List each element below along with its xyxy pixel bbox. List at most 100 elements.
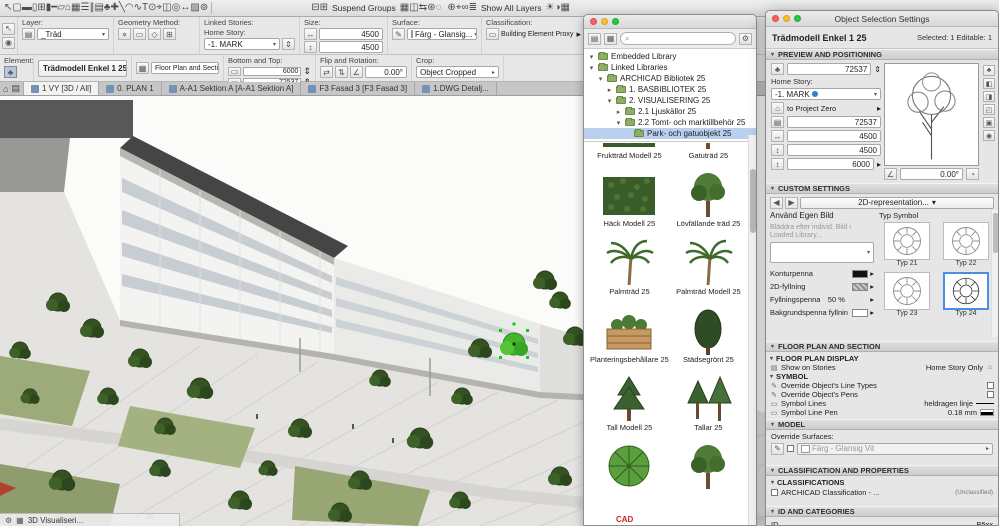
classification-checkbox[interactable] [771,488,778,496]
chevron-down-icon[interactable]: ▾ [770,355,773,362]
window-tool-icon[interactable]: ⊞ [37,2,45,13]
color-swatch[interactable] [852,308,869,317]
object-element-icon[interactable]: ♣ [4,66,17,78]
id-value[interactable]: B5xx [976,520,993,525]
library-thumbnail[interactable] [590,437,669,491]
surface-select[interactable]: Färg - Glansig...▾ [407,28,477,40]
disclosure-icon[interactable]: ▾ [597,75,604,83]
image-select[interactable]: ▾ [770,242,874,263]
slab-tool-icon[interactable]: ▱ [57,2,65,13]
top-view-icon[interactable]: ◰ [983,104,995,115]
geometry-rect-icon[interactable]: ▭ [133,28,146,40]
wall-tool-icon[interactable]: ▬ [22,2,32,13]
view-mode-label[interactable]: 3D Visualiseri... [28,516,83,525]
rotation-field[interactable]: 0.00° [900,168,963,180]
minimize-icon[interactable] [601,18,608,25]
marquee-tool-icon[interactable]: ▢ [12,2,21,13]
bottom-field[interactable]: 6000 [243,66,302,76]
size-width-field[interactable]: 4500 [319,28,383,40]
library-thumbnail[interactable]: Häck Modell 25 [590,165,669,228]
override-pens-checkbox[interactable] [987,391,994,398]
width-field[interactable]: 4500 [787,130,881,142]
geometry-poly-icon[interactable]: ⊞ [163,28,176,40]
crop-select[interactable]: Object Cropped ▸ [416,66,499,78]
symbol-type-option[interactable]: Typ 23 [879,272,935,319]
lamp-tool-icon[interactable]: ✚ [110,2,118,13]
symbol-type-option[interactable]: Typ 24 [938,272,994,319]
classification-system-label[interactable]: ARCHICAD Classification - ... [781,488,879,497]
display-mode-select[interactable]: Floor Plan and Section...▾ [151,62,219,74]
library-thumbnail[interactable]: Gatuträd 25 [673,143,744,160]
library-thumbnail[interactable]: Fruktträd Modell 25 [590,143,669,160]
grid-snap-icon[interactable]: ▦ [400,2,409,13]
spline-tool-icon[interactable]: ∿ [134,2,142,13]
folder-view-icon[interactable]: ▤ [588,32,601,45]
flip-vertical-button[interactable]: ⇅ [335,66,348,78]
chevron-right-icon[interactable]: ▸ [576,29,581,40]
symbol-type-option[interactable]: Typ 21 [879,222,935,269]
symbol-lines-value[interactable]: heldragen linje [924,399,973,408]
pen-setting-row[interactable]: Konturpenna ▸ [770,267,874,280]
section-floor-plan[interactable]: ▾ FLOOR PLAN AND SECTION [766,341,998,352]
view-tab[interactable]: A-A1 Sektion A [A-A1 Sektion A] [162,82,302,95]
library-thumbnail[interactable]: Städsegrönt 25 [673,301,744,364]
library-tree-item[interactable]: ▾ Embedded Library [584,51,756,62]
library-thumbnail[interactable]: Palmträd Modell 25 [673,233,744,296]
library-tree-item[interactable]: ▾ Linked Libraries [584,62,756,73]
preview-photo-icon[interactable]: ◉ [983,130,995,141]
mesh-tool-icon[interactable]: ▦ [71,2,80,13]
section-classification[interactable]: ▾ CLASSIFICATION AND PROPERTIES [766,465,998,476]
show-on-stories-value[interactable]: Home Story Only [926,363,983,372]
library-thumbnail[interactable]: Planteringsbehållare 25 [590,301,669,364]
zoom-tool-icon[interactable]: ⊚ [200,2,208,13]
section-custom-settings[interactable]: ▾ CUSTOM SETTINGS [766,183,998,194]
pen-setting-row[interactable]: 2D-fyllning ▸ [770,280,874,293]
geometry-rotated-icon[interactable]: ◇ [148,28,161,40]
autogroup-icon[interactable]: ⊞ [320,2,328,13]
arc-tool-icon[interactable]: ◠ [125,2,134,13]
elevation-field[interactable]: 72537 [787,116,881,128]
suspend-groups-icon[interactable]: ⊟ [311,2,319,13]
show-all-layers-button[interactable]: Show All Layers [481,3,541,13]
stepper-icon[interactable]: ⇕ [874,65,881,74]
library-thumbnail[interactable]: Tallar 25 [673,369,744,432]
library-thumbnail[interactable]: Lövfällande träd 25 [673,165,744,228]
home-tab-icon[interactable]: ⌂ [3,84,8,94]
list-view-icon[interactable]: ▦ [604,32,617,45]
pen-setting-row[interactable]: Fyllningspenna 50 % ▸ [770,293,874,306]
chevron-right-icon[interactable]: ▸ [877,104,881,113]
front-view-icon[interactable]: ◧ [983,78,995,89]
library-thumbnail[interactable]: Tall Modell 25 [590,369,669,432]
grid-icon[interactable]: ▦ [16,516,24,525]
object-preview-pane[interactable] [884,63,979,166]
story-stepper[interactable]: ⇕ [282,38,295,50]
chevron-down-icon[interactable]: ▾ [771,479,774,486]
color-swatch[interactable] [852,269,869,278]
chevron-down-icon[interactable]: ▾ [770,373,773,380]
disclosure-icon[interactable]: ▾ [588,64,595,72]
geometry-simple-icon[interactable]: ⋄ [118,28,131,40]
section-id-categories[interactable]: ▾ ID AND CATEGORIES [766,506,998,517]
home-story-select[interactable]: -1. MARK ▾ [771,88,881,100]
color-swatch[interactable] [852,282,869,291]
surface-override-select[interactable]: Färg - Glansig Vit ▸ [797,442,993,455]
anchor-icon[interactable]: ⊕ [447,2,455,13]
eye-icon[interactable]: ◉ [2,36,15,49]
library-tree-item[interactable]: ▾ ARCHICAD Bibliotek 25 [584,73,756,84]
library-tree-item[interactable]: ▾ 2. VISUALISERING 25 [584,95,756,106]
disclosure-icon[interactable]: ▸ [606,86,613,94]
layers-icon[interactable]: ≣ [469,2,477,13]
arrow-mode-icon[interactable]: ↖ [2,22,15,35]
library-tree-item[interactable]: ▸ 1. BASBIBLIOTEK 25 [584,84,756,95]
pen-setting-row[interactable]: Bakgrundspenna fyllning ▸ [770,306,874,319]
page-left-button[interactable]: ◀ [770,196,783,209]
close-icon[interactable] [590,18,597,25]
library-settings-icon[interactable]: ⚙ [739,32,752,45]
library-tree-item[interactable]: ▾ 2.2 Tomt- och marktillbehör 25 [584,117,756,128]
disclosure-icon[interactable]: ▾ [615,119,622,127]
rotation-field[interactable]: 0.00° [365,66,407,78]
gear-icon[interactable]: ⚙ [5,516,12,525]
library-tree-item[interactable]: Park- och gatuobjekt 25 [584,128,756,139]
library-search-input[interactable]: ⌕ [620,32,736,45]
cursor-snap-icon[interactable]: ◌ [435,2,441,13]
